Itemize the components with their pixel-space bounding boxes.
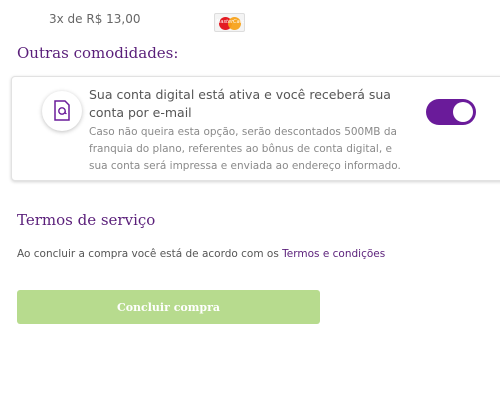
- conclude-purchase-button[interactable]: Concluir compra: [17, 290, 320, 324]
- card-brand-label: MasterCard: [216, 19, 245, 25]
- digital-bill-main-text: Sua conta digital está ativa e você rece…: [89, 87, 391, 120]
- amenities-title: Outras comodidades:: [17, 44, 179, 62]
- terms-link[interactable]: Termos e condições: [282, 248, 385, 260]
- terms-title: Termos de serviço: [17, 211, 156, 229]
- mastercard-icon: MasterCard: [214, 13, 245, 32]
- toggle-knob: [453, 102, 473, 122]
- email-document-icon: [42, 91, 82, 131]
- digital-bill-sub-text: Caso não queira esta opção, serão descon…: [89, 126, 401, 172]
- digital-bill-toggle[interactable]: [426, 99, 476, 125]
- digital-bill-card: Sua conta digital está ativa e você rece…: [11, 76, 500, 181]
- installment-text: 3x de R$ 13,00: [49, 12, 141, 26]
- terms-sentence: Ao concluir a compra você está de acordo…: [17, 248, 283, 260]
- terms-text: Ao concluir a compra você está de acordo…: [17, 248, 385, 260]
